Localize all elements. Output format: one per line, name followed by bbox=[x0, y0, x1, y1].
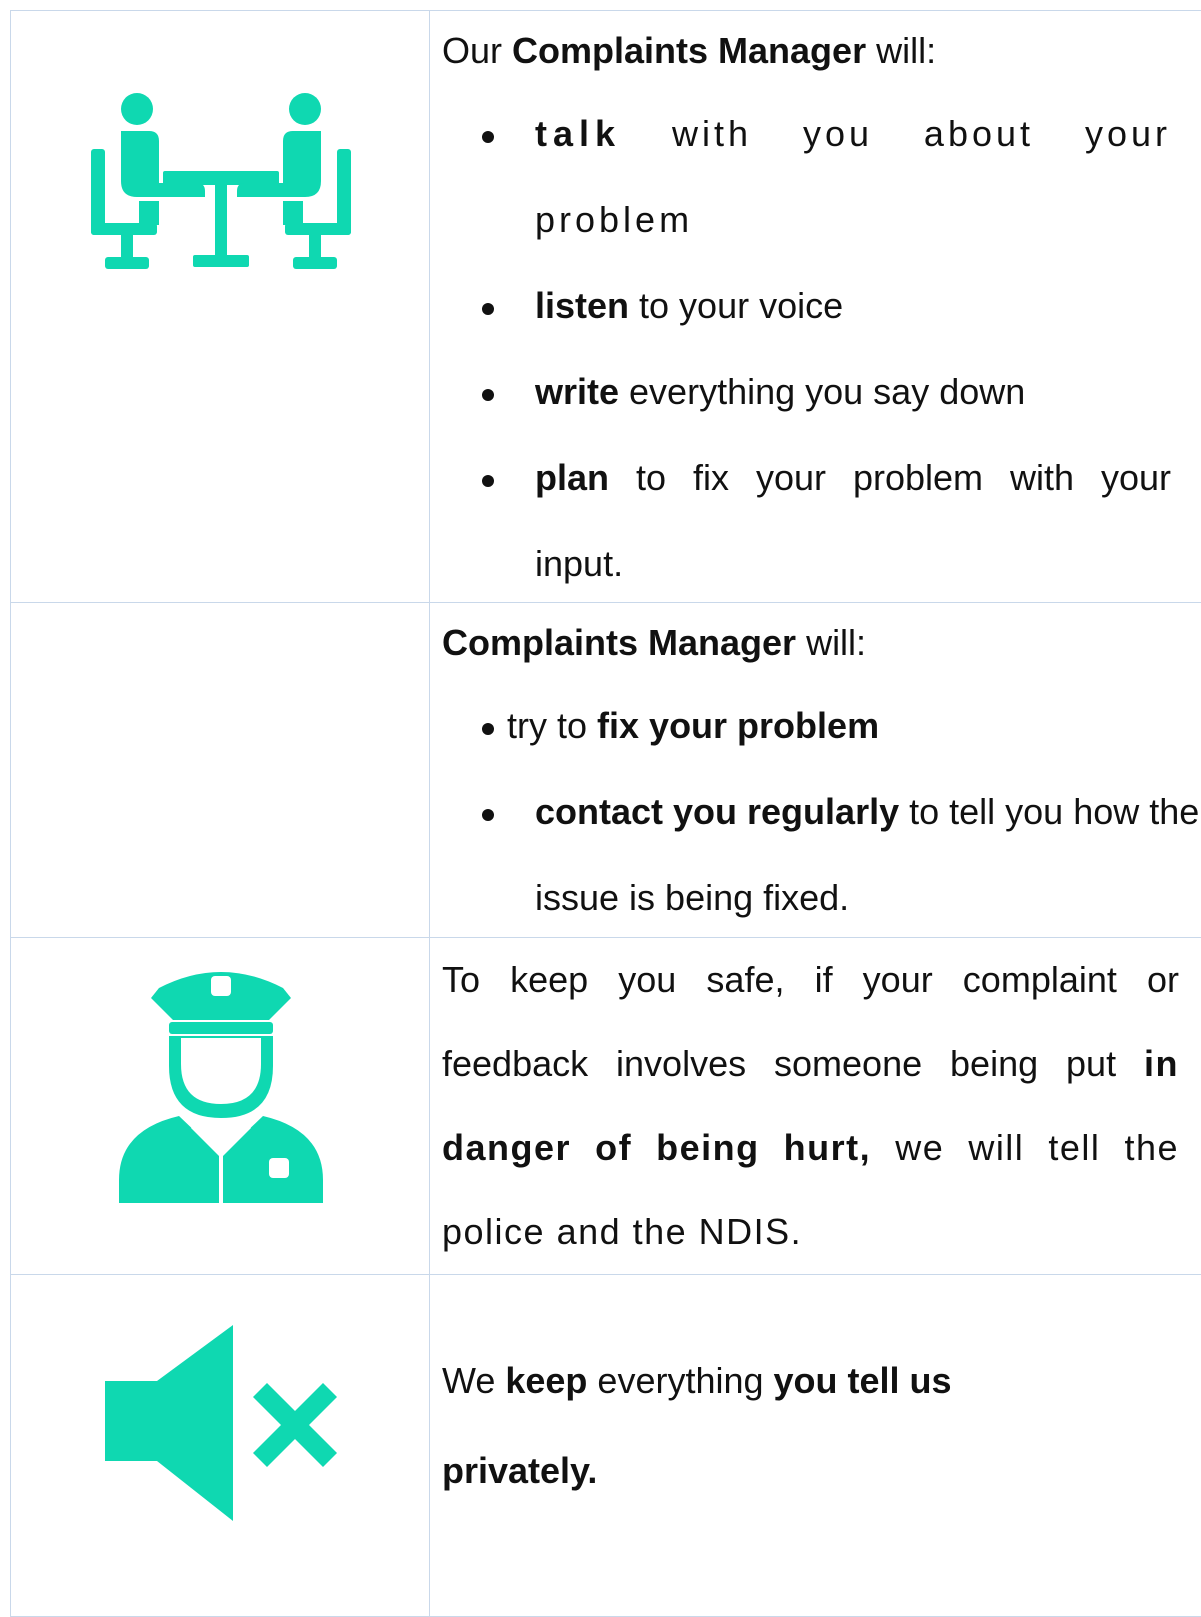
bullet-text: with you about your problem bbox=[535, 113, 1171, 240]
police-officer-icon bbox=[119, 972, 323, 1203]
row-privacy: We keep everything you tell us privately… bbox=[10, 1275, 1201, 1617]
text-cell: We keep everything you tell us privately… bbox=[430, 1275, 1201, 1616]
list-item: plan to fix your problem with your input… bbox=[442, 435, 1201, 602]
icon-cell bbox=[10, 1275, 430, 1616]
list-item: write everything you say down bbox=[442, 349, 1201, 435]
intro-bold: Complaints Manager bbox=[442, 622, 797, 663]
bullet-bold: write bbox=[535, 371, 620, 412]
icon-cell bbox=[10, 938, 430, 1274]
bullet-bold: plan bbox=[535, 457, 610, 498]
icon-cell bbox=[10, 603, 430, 937]
list-item: listen to your voice bbox=[442, 263, 1201, 349]
icon-cell bbox=[10, 11, 430, 602]
bullet-pre: try to bbox=[507, 705, 598, 746]
row-complaints-manager-tasks: Our Complaints Manager will: talk with y… bbox=[10, 11, 1201, 603]
bullet-bold: contact you regularly bbox=[535, 791, 900, 832]
paragraph-text: everything bbox=[587, 1360, 774, 1401]
intro-prefix: Our bbox=[442, 30, 513, 71]
row-safety: To keep you safe, if your complaint or f… bbox=[10, 938, 1201, 1275]
mute-speaker-icon bbox=[105, 1325, 337, 1521]
privacy-paragraph: We keep everything you tell us privately… bbox=[442, 1311, 1201, 1516]
bullet-text: everything you say down bbox=[619, 371, 1026, 412]
text-cell: Our Complaints Manager will: talk with y… bbox=[430, 11, 1201, 602]
text-cell: Complaints Manager will: try to fix your… bbox=[430, 603, 1201, 937]
intro-line: Complaints Manager will: bbox=[442, 603, 1201, 683]
bullet-bold: listen bbox=[535, 285, 630, 326]
bullet-text: to your voice bbox=[629, 285, 844, 326]
list-item: try to fix your problem bbox=[442, 683, 1201, 769]
list-item: talk with you about your problem bbox=[442, 91, 1201, 263]
easy-read-table: Our Complaints Manager will: talk with y… bbox=[10, 10, 1201, 1617]
list-item: contact you regularly to tell you how th… bbox=[442, 769, 1201, 937]
safety-paragraph: To keep you safe, if your complaint or f… bbox=[442, 938, 1179, 1274]
meeting-table-icon bbox=[91, 93, 351, 269]
row-complaints-manager-followup: Complaints Manager will: try to fix your… bbox=[10, 603, 1201, 938]
bullet-bold: fix your problem bbox=[597, 705, 880, 746]
intro-suffix: will: bbox=[866, 30, 937, 71]
bullet-text: to fix your problem with your input. bbox=[535, 457, 1171, 584]
bullet-bold: talk bbox=[535, 113, 622, 154]
intro-line: Our Complaints Manager will: bbox=[442, 11, 1201, 91]
paragraph-text: We bbox=[442, 1360, 506, 1401]
paragraph-text: To keep you safe, if your complaint or f… bbox=[442, 959, 1179, 1084]
intro-suffix: will: bbox=[796, 622, 867, 663]
intro-bold: Complaints Manager bbox=[512, 30, 867, 71]
text-cell: To keep you safe, if your complaint or f… bbox=[430, 938, 1201, 1274]
paragraph-bold: keep bbox=[505, 1360, 588, 1401]
